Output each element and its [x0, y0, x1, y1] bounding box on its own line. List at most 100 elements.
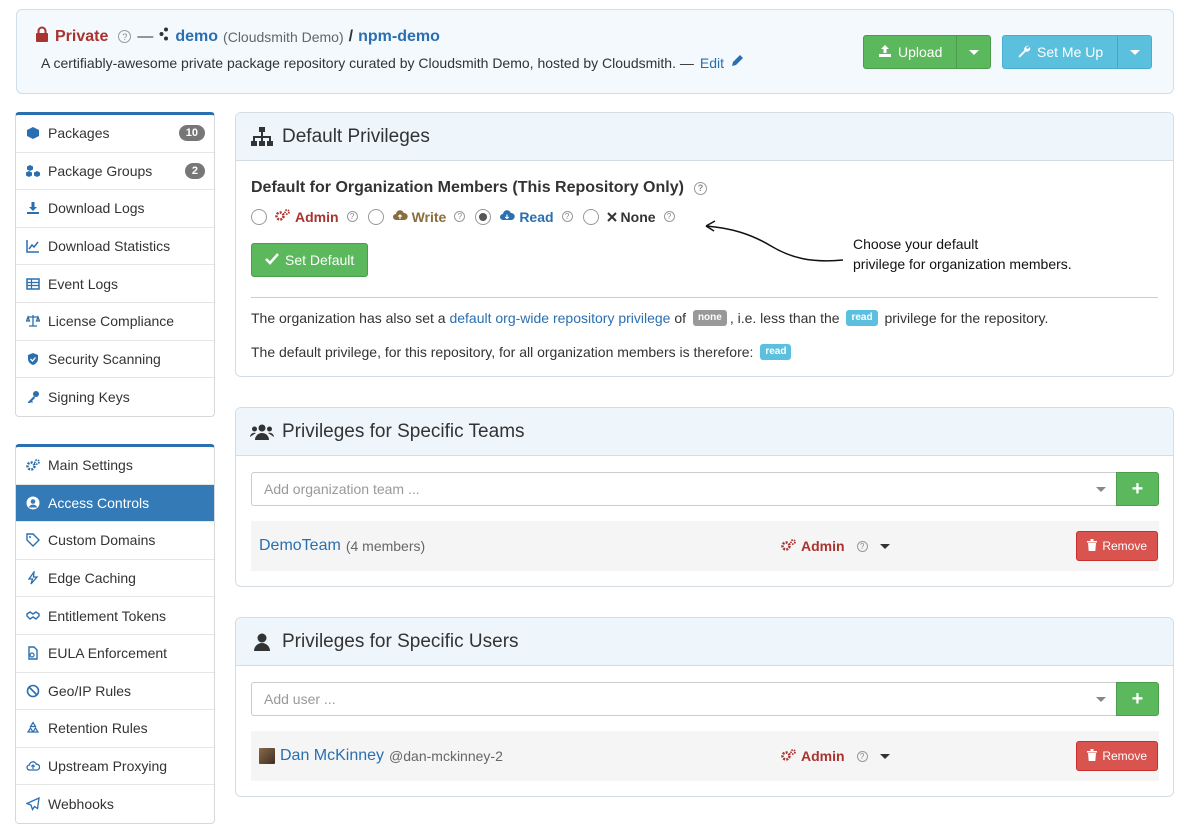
cube-icon	[26, 126, 40, 140]
description-text: A certifiably-awesome private package re…	[41, 54, 694, 71]
balance-icon	[26, 314, 40, 328]
edit-link[interactable]: Edit	[700, 55, 724, 71]
help-icon[interactable]: ?	[693, 181, 707, 195]
sidebar-item-entitlement-tokens[interactable]: Entitlement Tokens	[16, 597, 214, 635]
sidebar-package-nav: Packages 10 Package Groups 2 Download Lo…	[15, 112, 215, 417]
upload-button[interactable]: Upload	[864, 36, 956, 68]
team-row: DemoTeam (4 members) Admin ? Remove	[251, 521, 1159, 571]
sidebar-item-webhooks[interactable]: Webhooks	[16, 785, 214, 823]
remove-team-button[interactable]: Remove	[1076, 531, 1158, 561]
sidebar-item-download-logs[interactable]: Download Logs	[16, 190, 214, 228]
pencil-icon[interactable]	[730, 54, 744, 71]
button-label: Set Default	[285, 252, 355, 268]
document-icon	[26, 646, 40, 660]
subtitle-text: Default for Organization Members (This R…	[251, 179, 684, 196]
sidebar-item-security-scanning[interactable]: Security Scanning	[16, 341, 214, 379]
key-icon	[26, 390, 40, 404]
sidebar-item-label: Edge Caching	[48, 570, 136, 587]
repo-description: A certifiably-awesome private package re…	[41, 54, 744, 71]
help-icon[interactable]: ?	[561, 211, 573, 222]
org-link[interactable]: demo	[175, 28, 218, 46]
setmeup-dropdown-toggle[interactable]	[1117, 36, 1151, 68]
radio-write[interactable]	[367, 208, 384, 225]
info-text: The default privilege, for this reposito…	[251, 344, 754, 360]
user-select-input[interactable]: Add user ...	[251, 682, 1116, 716]
sidebar-item-access-controls[interactable]: Access Controls	[16, 484, 214, 523]
sidebar-item-packages[interactable]: Packages 10	[16, 115, 214, 153]
help-icon[interactable]: ?	[118, 30, 132, 43]
add-user-button[interactable]: +	[1116, 682, 1159, 716]
help-icon[interactable]: ?	[346, 211, 358, 222]
sidebar-item-upstream-proxying[interactable]: Upstream Proxying	[16, 748, 214, 786]
org-privilege-link[interactable]: default org-wide repository privilege	[449, 310, 670, 326]
read-label: read	[760, 344, 792, 360]
add-team-button[interactable]: +	[1116, 472, 1159, 506]
info-text: , i.e. less than the	[729, 310, 840, 326]
info-text: privilege for the repository.	[884, 310, 1049, 326]
cloud-upload-icon	[26, 759, 40, 773]
sidebar-item-event-logs[interactable]: Event Logs	[16, 265, 214, 303]
sidebar-item-signing-keys[interactable]: Signing Keys	[16, 378, 214, 416]
user-name-link[interactable]: Dan McKinney	[280, 747, 384, 765]
sidebar-item-retention-rules[interactable]: Retention Rules	[16, 710, 214, 748]
user-row: Dan McKinney @dan-mckinney-2 Admin ? Rem…	[251, 731, 1159, 781]
ban-icon	[26, 684, 40, 698]
privilege-label: Admin	[801, 748, 845, 764]
button-label: Remove	[1102, 539, 1147, 553]
repo-title: Private ? — demo (Cloudsmith Demo) / npm…	[35, 26, 440, 47]
annotation-line: privilege for organization members.	[853, 256, 1072, 272]
privilege-dropdown[interactable]: Admin ?	[781, 748, 890, 765]
sidebar-item-package-groups[interactable]: Package Groups 2	[16, 153, 214, 191]
help-icon[interactable]: ?	[856, 540, 868, 552]
sidebar-settings-nav: Main Settings Access Controls Custom Dom…	[15, 444, 215, 824]
sidebar-item-label: Webhooks	[48, 796, 114, 813]
team-select-input[interactable]: Add organization team ...	[251, 472, 1116, 506]
sidebar-item-custom-domains[interactable]: Custom Domains	[16, 522, 214, 560]
radio-read[interactable]	[475, 208, 492, 225]
option-write: Write ?	[392, 208, 466, 225]
wrench-icon	[1017, 44, 1031, 61]
setmeup-button-group: Set Me Up	[1002, 35, 1153, 69]
help-icon[interactable]: ?	[663, 211, 675, 222]
upload-dropdown-toggle[interactable]	[956, 36, 990, 68]
sidebar-item-main-settings[interactable]: Main Settings	[16, 447, 214, 485]
annotation-callout: Choose your default privilege for organi…	[853, 234, 1072, 274]
effective-default-info: The default privilege, for this reposito…	[251, 344, 794, 360]
team-name-link[interactable]: DemoTeam	[259, 537, 341, 555]
setmeup-button[interactable]: Set Me Up	[1003, 36, 1117, 68]
count-badge: 2	[184, 162, 205, 179]
radio-admin[interactable]	[251, 208, 267, 225]
chevron-down-icon	[1096, 487, 1106, 492]
sidebar-item-label: Upstream Proxying	[48, 758, 168, 775]
sidebar-item-label: Main Settings	[48, 457, 133, 474]
team-member-count: (4 members)	[345, 538, 426, 554]
user-icon	[250, 631, 274, 653]
repo-link[interactable]: npm-demo	[358, 28, 440, 46]
option-none: None ?	[606, 209, 675, 225]
help-icon[interactable]: ?	[856, 750, 868, 762]
set-default-button[interactable]: Set Default	[251, 243, 369, 277]
title-dash: —	[137, 27, 154, 45]
lock-icon	[35, 26, 49, 47]
cubes-icon	[26, 164, 40, 178]
user-handle: @dan-mckinney-2	[389, 748, 503, 764]
trash-icon	[1087, 748, 1098, 764]
sidebar-item-eula-enforcement[interactable]: EULA Enforcement	[16, 635, 214, 673]
user-circle-icon	[26, 496, 40, 510]
privilege-dropdown[interactable]: Admin ?	[781, 538, 890, 555]
sidebar-item-license-compliance[interactable]: License Compliance	[16, 303, 214, 341]
sidebar-item-download-statistics[interactable]: Download Statistics	[16, 228, 214, 266]
trash-icon	[1087, 538, 1098, 554]
help-icon[interactable]: ?	[454, 211, 466, 222]
remove-user-button[interactable]: Remove	[1076, 741, 1158, 771]
annotation-arrow	[705, 220, 844, 262]
cogs-icon	[781, 538, 797, 555]
option-admin: Admin ?	[275, 208, 358, 225]
sidebar-item-label: Entitlement Tokens	[48, 607, 167, 624]
radio-none[interactable]	[582, 208, 599, 225]
panel-heading: Default Privileges	[236, 113, 1173, 161]
paper-plane-icon	[26, 797, 40, 812]
plus-icon: +	[1131, 687, 1144, 710]
sidebar-item-geoip-rules[interactable]: Geo/IP Rules	[16, 673, 214, 711]
sidebar-item-edge-caching[interactable]: Edge Caching	[16, 560, 214, 598]
